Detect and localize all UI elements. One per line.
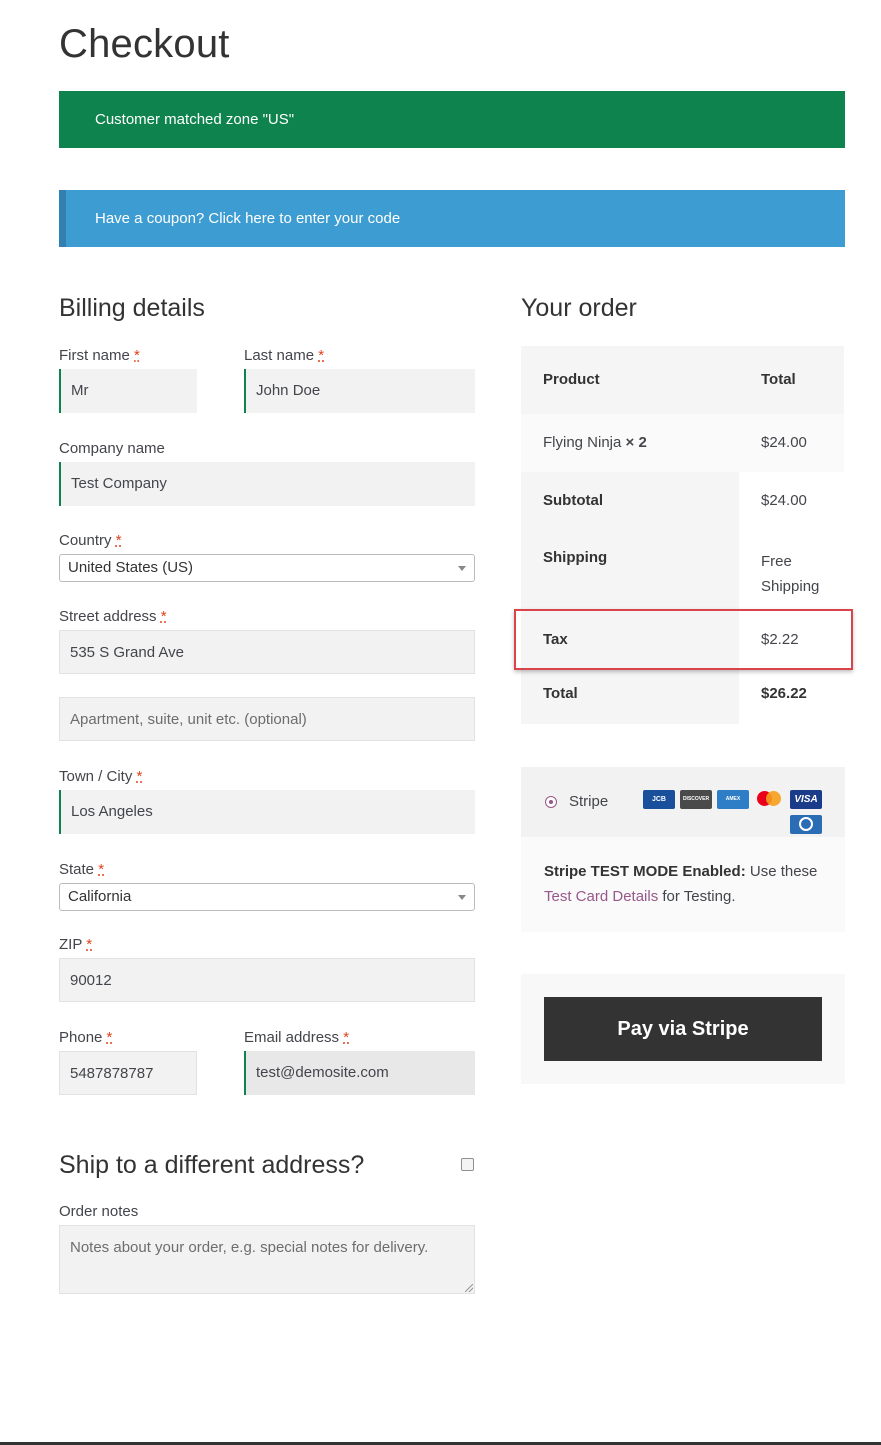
payment-methods: Stripe JCB DISCOVER AMEX VISA Stripe TES…: [521, 767, 845, 932]
chevron-down-icon: [458, 566, 466, 571]
zone-match-notice: Customer matched zone "US": [59, 91, 845, 148]
order-header-row: Product Total: [521, 346, 844, 414]
order-notes-placeholder: Notes about your order, e.g. special not…: [70, 1239, 429, 1256]
company-label: Company name: [59, 440, 165, 457]
zip-field[interactable]: 90012: [59, 958, 475, 1002]
stripe-method-row[interactable]: Stripe JCB DISCOVER AMEX VISA: [521, 767, 845, 837]
zip-label: ZIP *: [59, 936, 93, 953]
email-label: Email address *: [244, 1029, 350, 1046]
chevron-down-icon: [458, 895, 466, 900]
state-label: State *: [59, 861, 105, 878]
test-card-details-link[interactable]: Test Card Details: [544, 888, 658, 905]
apartment-field[interactable]: Apartment, suite, unit etc. (optional): [59, 697, 475, 741]
total-row: Total $26.22: [521, 663, 844, 724]
shipping-value: Free Shipping: [761, 553, 820, 595]
product-header: Product: [543, 371, 600, 388]
first-name-field[interactable]: Mr: [59, 369, 197, 413]
total-header: Total: [761, 371, 796, 388]
subtotal-row: Subtotal $24.00: [521, 472, 844, 529]
subtotal-value: $24.00: [761, 492, 807, 509]
visa-card-icon: VISA: [790, 790, 822, 809]
order-title: Your order: [521, 294, 637, 322]
order-item-row: Flying Ninja × 2 $24.00: [521, 414, 844, 472]
billing-title: Billing details: [59, 294, 205, 322]
ship-different-checkbox[interactable]: [461, 1158, 474, 1171]
stripe-radio[interactable]: [545, 796, 557, 808]
shipping-label: Shipping: [521, 529, 739, 606]
item-total: $24.00: [761, 434, 807, 451]
stripe-test-note: Stripe TEST MODE Enabled: Use these Test…: [544, 863, 818, 905]
country-value: United States (US): [68, 559, 194, 576]
mastercard-card-icon: [757, 791, 781, 806]
city-field[interactable]: Los Angeles: [59, 790, 475, 834]
order-notes-label: Order notes: [59, 1203, 139, 1220]
pay-via-stripe-button[interactable]: Pay via Stripe: [544, 997, 822, 1061]
last-name-label: Last name *: [244, 347, 325, 364]
subtotal-label: Subtotal: [521, 472, 739, 529]
phone-field[interactable]: 5487878787: [59, 1051, 197, 1095]
stripe-label: Stripe: [569, 793, 609, 810]
last-name-field[interactable]: John Doe: [244, 369, 475, 413]
street-label: Street address *: [59, 608, 167, 625]
amex-card-icon: AMEX: [717, 790, 749, 809]
diners-card-icon: [790, 815, 822, 834]
city-label: Town / City *: [59, 768, 143, 785]
total-value: $26.22: [761, 685, 807, 702]
resize-handle-icon[interactable]: [465, 1284, 473, 1292]
street-field[interactable]: 535 S Grand Ave: [59, 630, 475, 674]
jcb-card-icon: JCB: [643, 790, 675, 809]
place-order-box: Pay via Stripe: [521, 974, 845, 1084]
coupon-notice-link[interactable]: Have a coupon? Click here to enter your …: [59, 190, 845, 247]
order-notes-textarea[interactable]: Notes about your order, e.g. special not…: [59, 1225, 475, 1294]
page-title: Checkout: [59, 22, 230, 66]
email-field[interactable]: test@demosite.com: [244, 1051, 475, 1095]
ship-different-title: Ship to a different address?: [59, 1151, 365, 1179]
total-label: Total: [521, 663, 739, 724]
state-select[interactable]: California: [59, 883, 475, 911]
item-quantity: × 2: [625, 434, 647, 451]
company-field[interactable]: Test Company: [59, 462, 475, 506]
tax-highlight-box: [514, 609, 853, 670]
country-select[interactable]: United States (US): [59, 554, 475, 582]
state-value: California: [68, 888, 132, 905]
item-name: Flying Ninja × 2: [543, 434, 647, 451]
shipping-row: Shipping Free Shipping: [521, 529, 844, 606]
first-name-label: First name *: [59, 347, 140, 364]
discover-card-icon: DISCOVER: [680, 790, 712, 809]
phone-label: Phone *: [59, 1029, 113, 1046]
country-label: Country *: [59, 532, 122, 549]
